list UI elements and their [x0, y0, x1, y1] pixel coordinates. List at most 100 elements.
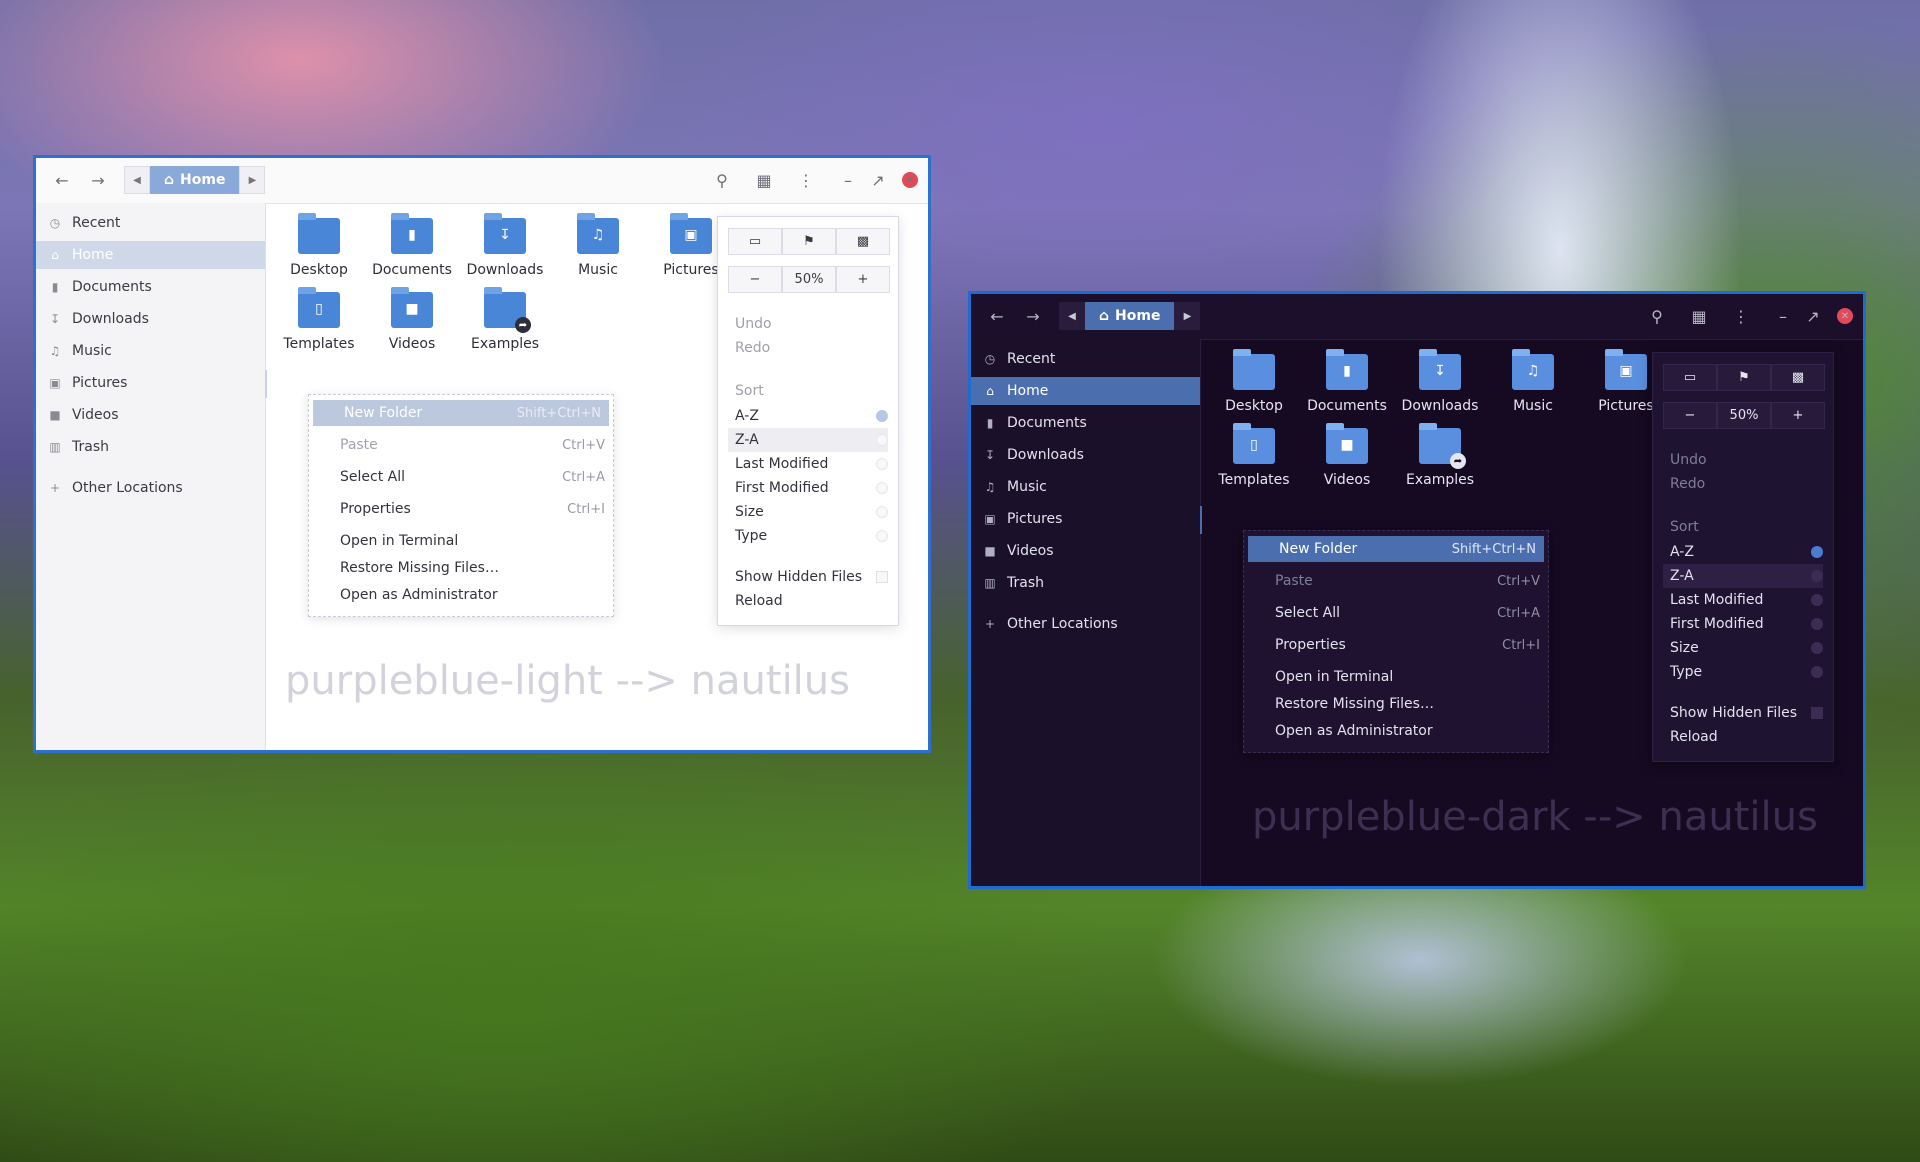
checkbox-icon[interactable]	[876, 571, 888, 583]
folder-music[interactable]: ♫ Music	[552, 213, 644, 278]
sort-last-modified[interactable]: Last Modified	[1670, 588, 1823, 612]
sort-size[interactable]: Size	[735, 500, 888, 524]
folder-downloads[interactable]: ↧ Downloads	[1394, 349, 1486, 414]
sidebar-item-trash[interactable]: ▥ Trash	[971, 569, 1200, 597]
radio-icon[interactable]	[1811, 570, 1823, 582]
radio-icon[interactable]	[876, 434, 888, 446]
sidebar-item-music[interactable]: ♫ Music	[36, 337, 265, 365]
new-folder-icon[interactable]: ▭	[1663, 364, 1717, 391]
radio-icon[interactable]	[876, 410, 888, 422]
sidebar-item-downloads[interactable]: ↧ Downloads	[971, 441, 1200, 469]
folder-documents[interactable]: ▮ Documents	[366, 213, 458, 278]
sidebar-item-pictures[interactable]: ▣ Pictures	[36, 369, 265, 397]
sidebar-item-recent[interactable]: ◷ Recent	[36, 209, 265, 237]
sidebar-item-documents[interactable]: ▮ Documents	[36, 273, 265, 301]
radio-icon[interactable]	[876, 530, 888, 542]
show-hidden-files[interactable]: Show Hidden Files	[1670, 701, 1823, 725]
sort-az[interactable]: A-Z	[735, 404, 888, 428]
menu-item-open-terminal[interactable]: Open in Terminal	[1244, 664, 1548, 690]
forward-arrow-icon[interactable]: →	[1021, 304, 1045, 328]
view-toggle-icon[interactable]: ▦	[752, 168, 776, 192]
radio-icon[interactable]	[1811, 666, 1823, 678]
folder-desktop[interactable]: Desktop	[273, 213, 365, 278]
show-hidden-files[interactable]: Show Hidden Files	[735, 565, 888, 589]
menu-item-restore-files[interactable]: Restore Missing Files…	[1244, 691, 1548, 717]
sort-first-modified[interactable]: First Modified	[735, 476, 888, 500]
new-folder-icon[interactable]: ▭	[728, 228, 782, 255]
sort-za[interactable]: Z-A	[1663, 564, 1823, 588]
sort-type[interactable]: Type	[1670, 660, 1823, 684]
redo-item[interactable]: Redo	[735, 336, 888, 360]
breadcrumb-home[interactable]: ⌂ Home	[1085, 302, 1175, 330]
breadcrumb-right-icon[interactable]: ▶	[239, 166, 266, 194]
menu-item-paste[interactable]: Paste Ctrl+V	[1244, 568, 1548, 594]
back-arrow-icon[interactable]: ←	[985, 304, 1009, 328]
radio-icon[interactable]	[1811, 546, 1823, 558]
menu-item-paste[interactable]: Paste Ctrl+V	[309, 432, 613, 458]
folder-downloads[interactable]: ↧ Downloads	[459, 213, 551, 278]
menu-item-open-terminal[interactable]: Open in Terminal	[309, 528, 613, 554]
radio-icon[interactable]	[876, 482, 888, 494]
sort-last-modified[interactable]: Last Modified	[735, 452, 888, 476]
radio-icon[interactable]	[876, 458, 888, 470]
forward-arrow-icon[interactable]: →	[86, 168, 110, 192]
menu-item-properties[interactable]: Properties Ctrl+I	[309, 496, 613, 522]
radio-icon[interactable]	[1811, 618, 1823, 630]
bookmark-icon[interactable]: ⚑	[782, 228, 836, 255]
folder-examples[interactable]: ➦ Examples	[459, 287, 551, 352]
sort-type[interactable]: Type	[735, 524, 888, 548]
zoom-level[interactable]: 50%	[1717, 402, 1771, 429]
radio-icon[interactable]	[1811, 594, 1823, 606]
sidebar-item-other-locations[interactable]: + Other Locations	[971, 610, 1200, 638]
menu-item-new-folder[interactable]: New Folder Shift+Ctrl+N	[313, 400, 609, 426]
menu-item-new-folder[interactable]: New Folder Shift+Ctrl+N	[1248, 536, 1544, 562]
back-arrow-icon[interactable]: ←	[50, 168, 74, 192]
breadcrumb-left-icon[interactable]: ◀	[124, 166, 150, 194]
breadcrumb-left-icon[interactable]: ◀	[1059, 302, 1085, 330]
zoom-in-icon[interactable]: +	[836, 266, 890, 293]
redo-item[interactable]: Redo	[1670, 472, 1823, 496]
sidebar-scrollbar[interactable]	[1200, 506, 1202, 534]
sidebar-item-videos[interactable]: ■ Videos	[36, 401, 265, 429]
radio-icon[interactable]	[876, 506, 888, 518]
sidebar-item-videos[interactable]: ■ Videos	[971, 537, 1200, 565]
search-icon[interactable]: ⚲	[1645, 304, 1669, 328]
sort-size[interactable]: Size	[1670, 636, 1823, 660]
folder-documents[interactable]: ▮ Documents	[1301, 349, 1393, 414]
sidebar-item-other-locations[interactable]: + Other Locations	[36, 474, 265, 502]
sidebar-item-downloads[interactable]: ↧ Downloads	[36, 305, 265, 333]
sidebar-item-home[interactable]: ⌂ Home	[971, 377, 1200, 405]
zoom-out-icon[interactable]: −	[1663, 402, 1717, 429]
sidebar-scrollbar[interactable]	[265, 370, 267, 398]
menu-item-restore-files[interactable]: Restore Missing Files…	[309, 555, 613, 581]
reload-item[interactable]: Reload	[735, 589, 888, 613]
bookmark-icon[interactable]: ⚑	[1717, 364, 1771, 391]
sidebar-item-documents[interactable]: ▮ Documents	[971, 409, 1200, 437]
sort-az[interactable]: A-Z	[1670, 540, 1823, 564]
minimize-icon[interactable]: –	[1771, 304, 1795, 328]
close-icon[interactable]: ✕	[1837, 308, 1853, 324]
view-toggle-icon[interactable]: ▦	[1687, 304, 1711, 328]
new-tab-icon[interactable]: ▩	[836, 228, 890, 255]
minimize-icon[interactable]: –	[836, 168, 860, 192]
new-tab-icon[interactable]: ▩	[1771, 364, 1825, 391]
menu-item-open-admin[interactable]: Open as Administrator	[309, 582, 613, 608]
close-icon[interactable]: ✕	[902, 172, 918, 188]
folder-templates[interactable]: ▯ Templates	[1208, 423, 1300, 488]
maximize-icon[interactable]: ↗	[866, 168, 890, 192]
menu-item-select-all[interactable]: Select All Ctrl+A	[1244, 600, 1548, 626]
zoom-out-icon[interactable]: −	[728, 266, 782, 293]
zoom-level[interactable]: 50%	[782, 266, 836, 293]
folder-music[interactable]: ♫ Music	[1487, 349, 1579, 414]
checkbox-icon[interactable]	[1811, 707, 1823, 719]
folder-videos[interactable]: ■ Videos	[1301, 423, 1393, 488]
zoom-in-icon[interactable]: +	[1771, 402, 1825, 429]
undo-item[interactable]: Undo	[1670, 448, 1823, 472]
sidebar-item-pictures[interactable]: ▣ Pictures	[971, 505, 1200, 533]
sidebar-item-recent[interactable]: ◷ Recent	[971, 345, 1200, 373]
search-icon[interactable]: ⚲	[710, 168, 734, 192]
menu-kebab-icon[interactable]: ⋮	[1729, 304, 1753, 328]
breadcrumb-right-icon[interactable]: ▶	[1174, 302, 1201, 330]
menu-item-properties[interactable]: Properties Ctrl+I	[1244, 632, 1548, 658]
folder-desktop[interactable]: Desktop	[1208, 349, 1300, 414]
